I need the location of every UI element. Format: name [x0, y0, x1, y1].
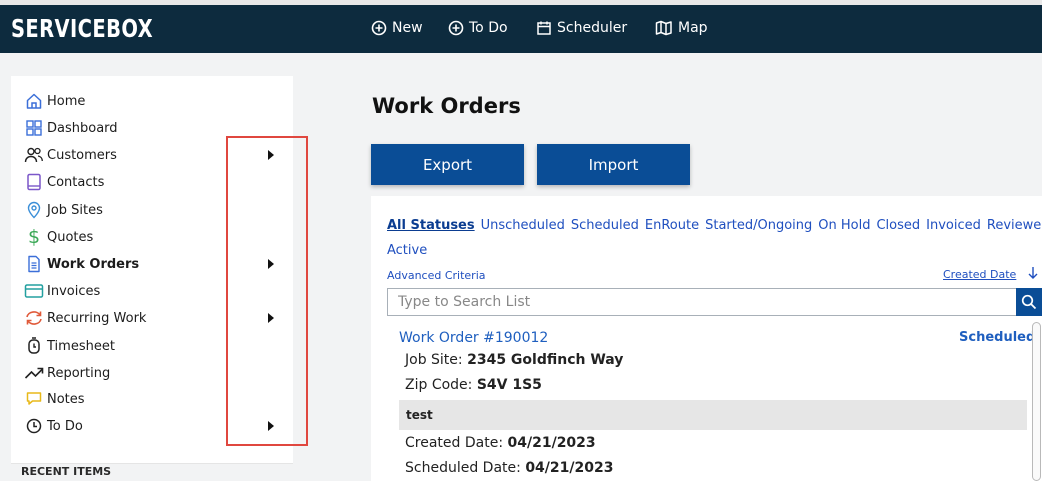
scheduled-date-label: Scheduled Date: — [405, 460, 521, 476]
search-icon — [1021, 294, 1037, 310]
sidebar-item-label: Job Sites — [47, 202, 103, 218]
brand-logo[interactable]: SERVICEBOX — [11, 14, 153, 43]
plus-circle-icon — [371, 20, 387, 36]
created-date-label: Created Date: — [405, 435, 504, 451]
status-filter-closed[interactable]: Closed — [876, 218, 920, 233]
nav-map-button[interactable]: Map — [655, 20, 708, 36]
work-order-status: Scheduled — [959, 330, 1036, 345]
clock-icon — [24, 416, 44, 436]
sidebar-item-label: Customers — [47, 147, 117, 163]
status-filter-active[interactable]: Active — [387, 243, 427, 258]
book-icon — [24, 172, 44, 192]
sidebar-item-label: Work Orders — [47, 256, 140, 272]
sidebar-item-home[interactable]: Home — [24, 90, 85, 112]
sidebar-item-invoices[interactable]: Invoices — [24, 280, 100, 302]
sidebar-item-contacts[interactable]: Contacts — [24, 171, 104, 193]
trend-up-icon — [24, 363, 44, 383]
zip-code-field: Zip Code: S4V 1S5 — [405, 377, 542, 393]
search-input[interactable] — [387, 288, 1017, 316]
nav-scheduler-label: Scheduler — [557, 20, 628, 36]
created-date-value: 04/21/2023 — [507, 435, 596, 451]
refresh-icon — [24, 308, 44, 328]
scheduled-date-field: Scheduled Date: 04/21/2023 — [405, 460, 613, 476]
sidebar-item-label: Recurring Work — [47, 310, 147, 326]
nav-todo-label: To Do — [469, 20, 508, 36]
sidebar-item-notes[interactable]: Notes — [24, 388, 85, 410]
sidebar-item-customers[interactable]: Customers — [24, 144, 117, 166]
sort-descending-icon[interactable] — [1027, 266, 1039, 280]
sidebar-item-todo[interactable]: To Do — [24, 415, 83, 437]
status-filter-reviewed[interactable]: Reviewed — [987, 218, 1042, 233]
work-order-link[interactable]: Work Order #190012 — [399, 330, 548, 346]
sidebar-item-quotes[interactable]: $ Quotes — [24, 226, 93, 248]
sidebar-item-reporting[interactable]: Reporting — [24, 362, 110, 384]
search-button[interactable] — [1016, 288, 1042, 316]
nav-scheduler-button[interactable]: Scheduler — [536, 20, 627, 36]
home-icon — [24, 91, 44, 111]
sidebar-item-label: Quotes — [47, 229, 94, 245]
sidebar-item-label: Reporting — [47, 365, 111, 381]
job-site-field: Job Site: 2345 Goldfinch Way — [405, 352, 623, 368]
export-button[interactable]: Export — [371, 144, 524, 185]
map-icon — [655, 20, 672, 36]
sidebar-item-timesheet[interactable]: Timesheet — [24, 335, 115, 357]
status-filter-all[interactable]: All Statuses — [387, 218, 475, 233]
created-date-field: Created Date: 04/21/2023 — [405, 435, 596, 451]
sidebar-item-work-orders[interactable]: Work Orders — [24, 253, 139, 275]
work-order-note: test — [399, 400, 1027, 430]
credit-card-icon — [24, 281, 44, 301]
import-button[interactable]: Import — [537, 144, 690, 185]
todo-submenu-arrow-icon[interactable] — [268, 421, 274, 431]
plus-circle-icon — [448, 20, 464, 36]
nav-new-label: New — [392, 20, 423, 36]
nav-map-label: Map — [678, 20, 708, 36]
status-filter-scheduled[interactable]: Scheduled — [571, 218, 639, 233]
sidebar-item-label: Contacts — [47, 174, 105, 190]
status-filter-tabs: All Statuses Unscheduled Scheduled EnRoute S… — [387, 218, 1042, 233]
status-filter-on-hold[interactable]: On Hold — [818, 218, 870, 233]
sidebar-item-recurring-work[interactable]: Recurring Work — [24, 307, 146, 329]
document-icon — [24, 254, 44, 274]
recurring-work-submenu-arrow-icon[interactable] — [268, 313, 274, 323]
job-site-value: 2345 Goldfinch Way — [467, 352, 624, 368]
scheduled-date-value: 04/21/2023 — [525, 460, 614, 476]
nav-todo-button[interactable]: To Do — [448, 20, 508, 36]
list-scrollbar[interactable] — [1032, 322, 1041, 481]
calendar-icon — [537, 21, 551, 35]
customers-submenu-arrow-icon[interactable] — [268, 150, 274, 160]
users-icon — [24, 145, 44, 165]
job-site-label: Job Site: — [405, 352, 463, 368]
sidebar-divider — [11, 463, 293, 464]
work-orders-submenu-arrow-icon[interactable] — [268, 259, 274, 269]
zip-code-label: Zip Code: — [405, 377, 473, 393]
dollar-icon: $ — [27, 226, 41, 248]
top-navigation-bar: SERVICEBOX New To Do Scheduler Map — [0, 0, 1042, 53]
status-filter-started[interactable]: Started/Ongoing — [705, 218, 812, 233]
sidebar-item-dashboard[interactable]: Dashboard — [24, 117, 118, 139]
note-icon — [24, 389, 44, 409]
sort-by-created-date-link[interactable]: Created Date — [943, 268, 1016, 281]
recent-items-heading: RECENT ITEMS — [21, 465, 112, 478]
sidebar-item-label: Timesheet — [47, 338, 115, 354]
sidebar-item-label: To Do — [47, 418, 83, 434]
sidebar-item-label: Invoices — [47, 283, 101, 299]
zip-code-value: S4V 1S5 — [476, 377, 542, 393]
sidebar-item-job-sites[interactable]: Job Sites — [24, 199, 103, 221]
advanced-criteria-link[interactable]: Advanced Criteria — [387, 269, 486, 282]
location-pin-icon — [24, 200, 44, 220]
status-filter-enroute[interactable]: EnRoute — [645, 218, 699, 233]
nav-new-button[interactable]: New — [371, 20, 423, 36]
sidebar-item-label: Home — [47, 93, 86, 109]
dashboard-icon — [24, 118, 44, 138]
stopwatch-icon — [24, 336, 44, 356]
status-filter-unscheduled[interactable]: Unscheduled — [481, 218, 565, 233]
page-title: Work Orders — [372, 94, 521, 118]
sidebar-item-label: Dashboard — [47, 120, 118, 136]
status-filter-invoiced[interactable]: Invoiced — [926, 218, 981, 233]
sidebar-item-label: Notes — [47, 391, 85, 407]
